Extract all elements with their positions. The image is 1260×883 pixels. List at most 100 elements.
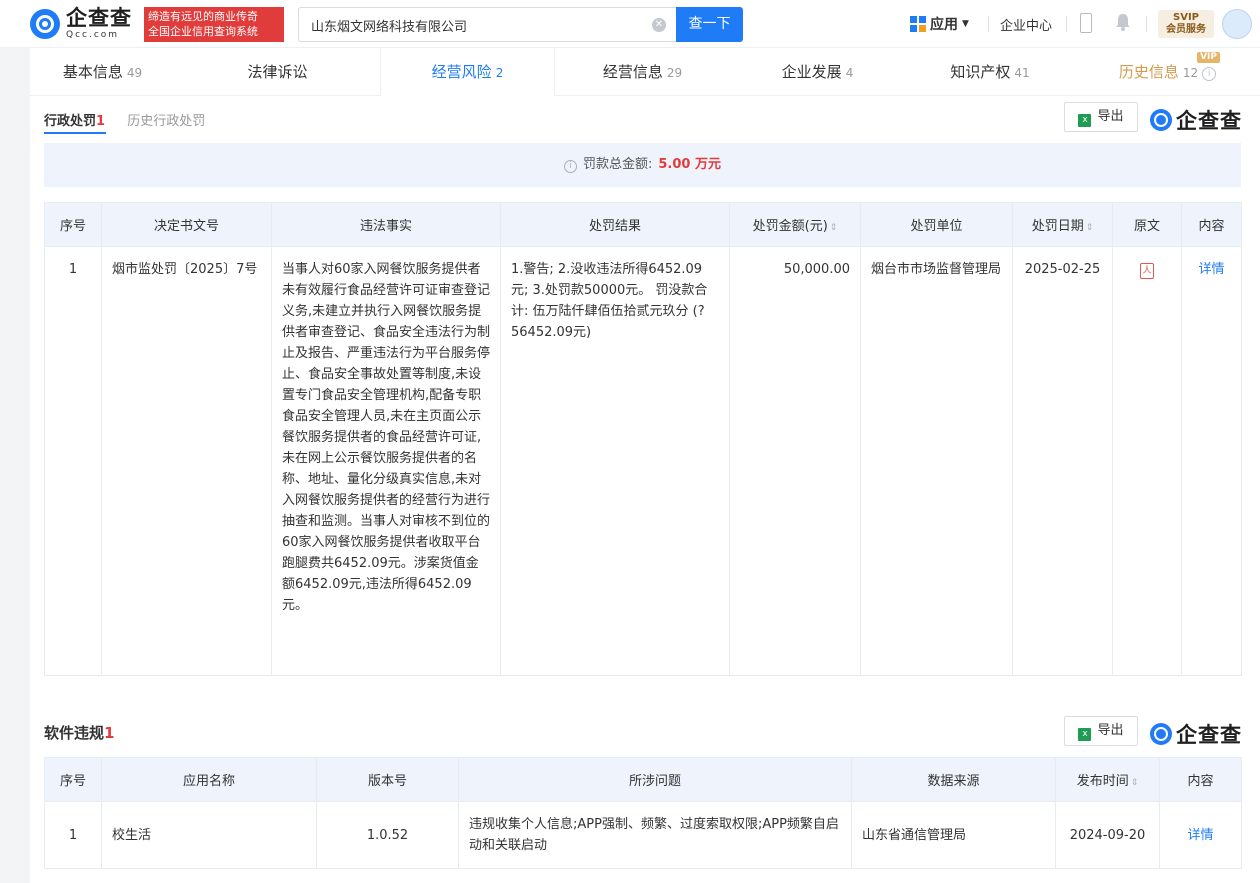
column-header-label: 处罚金额(元) [752, 219, 828, 234]
tab-development[interactable]: 企业发展 4 [730, 48, 905, 96]
clear-icon[interactable]: ✕ [652, 18, 666, 32]
logo-text-cn: 企查查 [66, 6, 132, 30]
table-header-row: 序号 应用名称 版本号 所涉问题 数据来源 发布时间 ⇕ 内容 [44, 757, 1242, 802]
subtab-label: 行政处罚 [44, 114, 97, 129]
section-tabs: 基本信息 49 法律诉讼 经营风险 2 经营信息 29 企业发展 4 知识产权 41 VI… [30, 48, 1260, 97]
data-source: 山东省通信管理局 [851, 801, 1056, 869]
detail-link[interactable]: 详情 [1159, 801, 1242, 869]
search-input-value: 山东烟文网络科技有限公司 [311, 20, 468, 35]
column-header-sortable[interactable]: 处罚日期 ⇕ [1012, 202, 1113, 247]
subtab-history-penalty[interactable]: 历史行政处罚 [127, 114, 205, 129]
row-index: 1 [44, 246, 102, 676]
tab-business-risk[interactable]: 经营风险 2 [380, 48, 555, 97]
table-row: 1 校生活 1.0.52 违规收集个人信息;APP强制、频繁、过度索取权限;AP… [44, 801, 1242, 869]
header-divider [1146, 16, 1147, 32]
tab-count: 12 [1182, 66, 1199, 80]
column-header-sortable[interactable]: 发布时间 ⇕ [1055, 757, 1160, 802]
violation-issue: 违规收集个人信息;APP强制、频繁、过度索取权限;APP频繁自启动和关联启动 [458, 801, 852, 869]
tab-count: 41 [1014, 66, 1030, 80]
watermark-text: 企查查 [1176, 109, 1242, 133]
fine-summary-bar: i 罚款总金额: 5.00 万元 [44, 143, 1241, 187]
export-label: 导出 [1097, 109, 1124, 124]
column-header: 版本号 [316, 757, 459, 802]
watermark-logo: 企查查 [1150, 719, 1242, 749]
active-subtab-indicator [44, 132, 106, 134]
table-header-row: 序号 决定书文号 违法事实 处罚结果 处罚金额(元) ⇕ 处罚单位 处罚日期 ⇕ 原… [44, 202, 1242, 247]
tab-label: 基本信息 [62, 63, 123, 81]
column-header: 原文 [1112, 202, 1182, 247]
bell-icon[interactable] [1115, 12, 1131, 32]
publish-date: 2024-09-20 [1055, 801, 1160, 869]
export-label: 导出 [1097, 723, 1124, 738]
tab-business-info[interactable]: 经营信息 29 [555, 48, 730, 96]
original-document-cell: 人 [1112, 246, 1182, 676]
tab-count: 4 [845, 66, 854, 80]
column-header: 处罚单位 [860, 202, 1013, 247]
app-version: 1.0.52 [316, 801, 459, 869]
excel-icon: x [1078, 728, 1092, 741]
user-avatar[interactable] [1222, 9, 1252, 39]
site-logo[interactable]: 企查查 Qcc.com [30, 7, 145, 41]
detail-link-label: 详情 [1187, 827, 1214, 843]
logo-icon [30, 9, 60, 39]
chevron-down-icon: ▼ [962, 19, 969, 29]
svip-label: SVIP [1173, 12, 1199, 23]
search-input[interactable]: 山东烟文网络科技有限公司 ✕ [298, 7, 676, 42]
penalty-amount: 50,000.00 [729, 246, 861, 676]
penalty-date: 2025-02-25 [1012, 246, 1113, 676]
column-header: 决定书文号 [101, 202, 272, 247]
logo-text-en: Qcc.com [66, 30, 120, 40]
tab-label: 历史信息 [1118, 63, 1179, 81]
section-title-label: 软件违规 [44, 724, 105, 742]
column-header: 内容 [1181, 202, 1242, 247]
vip-badge: VIP [1197, 52, 1220, 63]
column-header-sortable[interactable]: 处罚金额(元) ⇕ [729, 202, 861, 247]
penalty-authority: 烟台市市场监督管理局 [860, 246, 1013, 676]
excel-icon: x [1078, 114, 1092, 127]
pdf-icon[interactable]: 人 [1140, 263, 1154, 279]
subtab-admin-penalty[interactable]: 行政处罚1 [44, 114, 105, 129]
apps-label: 应用 [930, 17, 958, 33]
main-panel: 行政处罚1 历史行政处罚 x 导出 企查查 i 罚款总金额: 5.00 万元 序号 决… [30, 96, 1260, 883]
search-button[interactable]: 查一下 [676, 7, 743, 42]
enterprise-center-link[interactable]: 企业中心 [1000, 15, 1052, 34]
tab-basic-info[interactable]: 基本信息 49 [30, 48, 175, 96]
svip-badge[interactable]: SVIP 会员服务 [1158, 10, 1214, 38]
tab-count: 49 [126, 66, 143, 80]
column-header-label: 处罚日期 [1031, 219, 1084, 234]
sort-icon: ⇕ [1085, 223, 1094, 233]
tab-label: 企业发展 [781, 63, 842, 81]
apps-menu[interactable]: 应用 ▼ [910, 14, 969, 34]
slogan-line-1: 缔造有远见的商业传奇 [148, 10, 258, 23]
sort-icon: ⇕ [1130, 778, 1139, 788]
header-divider [1066, 16, 1067, 32]
mobile-icon[interactable] [1080, 13, 1092, 33]
tab-history[interactable]: VIP 历史信息 12 i [1075, 48, 1260, 96]
tab-count: 2 [495, 66, 504, 80]
header-divider [988, 16, 989, 32]
export-button[interactable]: x 导出 [1064, 716, 1138, 746]
table-row: 1 烟市监处罚〔2025〕7号 当事人对60家入网餐饮服务提供者未有效履行食品经… [44, 246, 1242, 676]
tab-ip[interactable]: 知识产权 41 [905, 48, 1075, 96]
info-icon[interactable]: i [1202, 67, 1217, 81]
detail-link[interactable]: 详情 [1181, 246, 1242, 676]
watermark-text: 企查查 [1176, 723, 1242, 747]
software-violation-table: 序号 应用名称 版本号 所涉问题 数据来源 发布时间 ⇕ 内容 1 校生活 1.0… [44, 757, 1242, 869]
tab-litigation[interactable]: 法律诉讼 [175, 48, 380, 96]
tab-count: 29 [666, 66, 683, 80]
sort-icon: ⇕ [829, 223, 838, 233]
summary-amount: 5.00 万元 [658, 157, 721, 172]
slogan-banner: 缔造有远见的商业传奇 全国企业信用查询系统 [144, 7, 284, 42]
tab-label: 知识产权 [950, 63, 1011, 81]
decision-number: 烟市监处罚〔2025〕7号 [101, 246, 272, 676]
slogan-line-2: 全国企业信用查询系统 [148, 25, 258, 38]
penalty-subtabs: 行政处罚1 历史行政处罚 [44, 110, 223, 129]
column-header: 序号 [44, 202, 102, 247]
tab-label: 法律诉讼 [247, 63, 308, 81]
info-icon: i [564, 160, 577, 173]
section-title-count: 1 [104, 724, 115, 742]
summary-label: 罚款总金额: [583, 157, 653, 172]
export-button[interactable]: x 导出 [1064, 102, 1138, 132]
subtab-count: 1 [96, 114, 106, 129]
column-header: 处罚结果 [500, 202, 730, 247]
